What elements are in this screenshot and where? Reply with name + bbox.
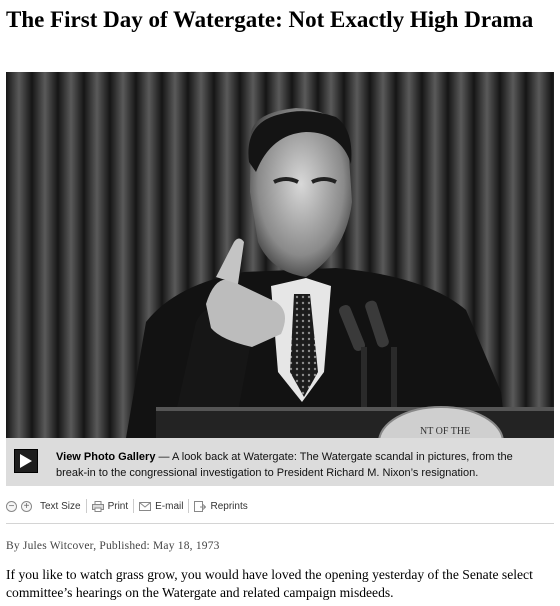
text-size-label: Text Size xyxy=(40,500,81,512)
divider xyxy=(6,523,554,524)
print-button[interactable]: Print xyxy=(85,499,134,513)
article-byline: By Jules Witcover, Published: May 18, 19… xyxy=(6,540,220,552)
print-label: Print xyxy=(107,500,129,512)
photo-caption-bar: View Photo Gallery — A look back at Wate… xyxy=(6,438,554,486)
email-label: E-mail xyxy=(155,500,184,512)
play-icon xyxy=(20,454,32,468)
play-gallery-button[interactable] xyxy=(14,449,38,473)
article-photo: NT OF THE xyxy=(6,72,554,438)
printer-icon xyxy=(91,500,104,512)
view-photo-gallery-link[interactable]: View Photo Gallery xyxy=(56,451,155,463)
envelope-icon xyxy=(139,501,152,511)
reprints-button[interactable]: Reprints xyxy=(188,499,252,513)
reprints-icon xyxy=(194,500,207,512)
gallery-caption: View Photo Gallery — A look back at Wate… xyxy=(56,449,536,481)
seal-lettering: NT OF THE xyxy=(420,426,470,437)
article-headline: The First Day of Watergate: Not Exactly … xyxy=(6,7,534,32)
increase-text-size-button[interactable]: + xyxy=(21,500,32,512)
article-toolbar: − + Text Size Print E-mail Reprints xyxy=(6,496,253,516)
decrease-text-size-button[interactable]: − xyxy=(6,500,17,512)
nixon-press-photo: NT OF THE xyxy=(6,72,554,438)
reprints-label: Reprints xyxy=(210,500,248,512)
article-body-paragraph: If you like to watch grass grow, you wou… xyxy=(6,567,533,600)
email-button[interactable]: E-mail xyxy=(133,499,188,513)
